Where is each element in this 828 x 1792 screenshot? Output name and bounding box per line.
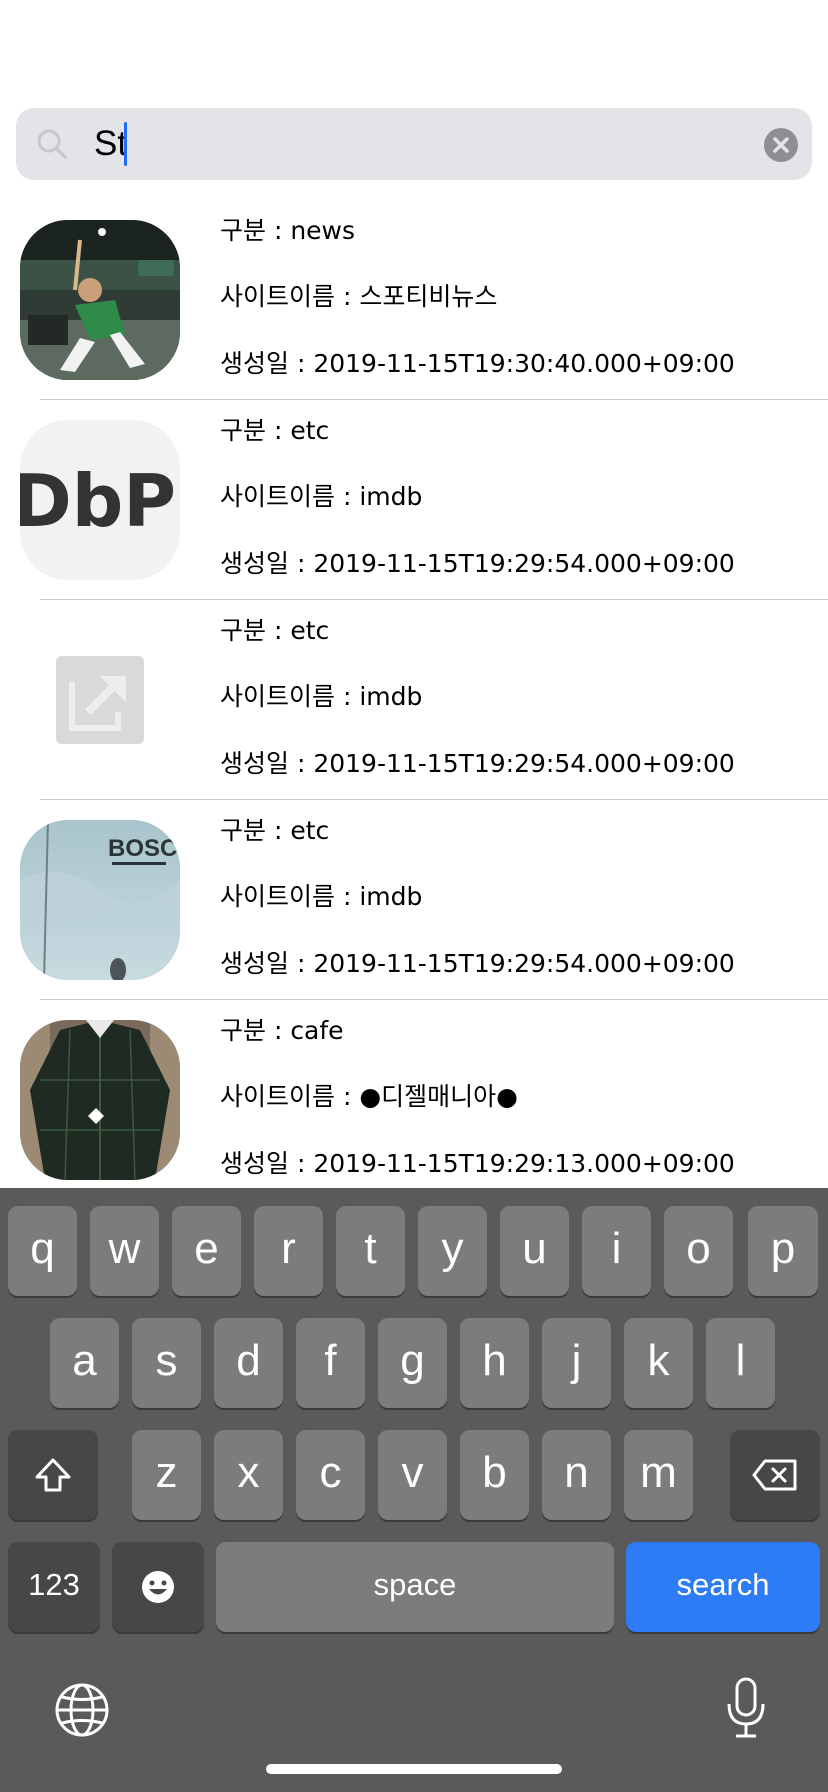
list-item[interactable]: 구분 : cafe 사이트이름 : ●디젤매니아● 생성일 : 2019-11-… xyxy=(0,1000,828,1200)
created-date-label: 생성일 : 2019-11-15T19:29:54.000+09:00 xyxy=(220,549,735,578)
site-name-label: 사이트이름 : imdb xyxy=(220,882,423,911)
category-label: 구분 : news xyxy=(220,216,356,245)
bosch-poster-thumbnail: BOSCH xyxy=(20,820,180,980)
broken-image-thumbnail xyxy=(20,620,180,780)
home-indicator xyxy=(266,1764,562,1774)
key-g[interactable]: g xyxy=(378,1318,447,1408)
key-s[interactable]: s xyxy=(132,1318,201,1408)
search-key[interactable]: search xyxy=(626,1542,820,1632)
list-item[interactable]: BOSCH 구분 : etc 사이트이름 : imdb 생성일 : 2019-1… xyxy=(0,800,828,1000)
imdb-logo-text: DbP xyxy=(20,459,176,543)
backspace-icon xyxy=(752,1459,797,1491)
keyboard: q w e r t y u i o p a s d f g h j k l z … xyxy=(0,1188,828,1792)
category-label: 구분 : etc xyxy=(220,416,330,445)
key-e[interactable]: e xyxy=(172,1206,241,1296)
key-k[interactable]: k xyxy=(624,1318,693,1408)
created-date-label: 생성일 : 2019-11-15T19:29:13.000+09:00 xyxy=(220,1149,735,1178)
category-label: 구분 : cafe xyxy=(220,1016,344,1045)
delete-key[interactable] xyxy=(730,1430,820,1520)
category-label: 구분 : etc xyxy=(220,616,330,645)
created-date-label: 생성일 : 2019-11-15T19:29:54.000+09:00 xyxy=(220,749,735,778)
key-z[interactable]: z xyxy=(132,1430,201,1520)
key-u[interactable]: u xyxy=(500,1206,569,1296)
site-name-label: 사이트이름 : imdb xyxy=(220,482,423,511)
bosch-title-text: BOSCH xyxy=(108,835,180,862)
key-d[interactable]: d xyxy=(214,1318,283,1408)
created-date-label: 생성일 : 2019-11-15T19:29:54.000+09:00 xyxy=(220,949,735,978)
shift-icon xyxy=(35,1458,71,1492)
key-m[interactable]: m xyxy=(624,1430,693,1520)
list-item[interactable]: 구분 : news 사이트이름 : 스포티비뉴스 생성일 : 2019-11-1… xyxy=(0,200,828,400)
key-b[interactable]: b xyxy=(460,1430,529,1520)
numbers-key[interactable]: 123 xyxy=(8,1542,100,1632)
search-bar[interactable]: St xyxy=(16,108,812,180)
search-input[interactable]: St xyxy=(94,122,127,166)
imdb-logo-thumbnail: DbP xyxy=(20,420,180,580)
key-w[interactable]: w xyxy=(90,1206,159,1296)
key-o[interactable]: o xyxy=(664,1206,733,1296)
key-n[interactable]: n xyxy=(542,1430,611,1520)
key-i[interactable]: i xyxy=(582,1206,651,1296)
list-item[interactable]: 구분 : etc 사이트이름 : imdb 생성일 : 2019-11-15T1… xyxy=(0,600,828,800)
key-y[interactable]: y xyxy=(418,1206,487,1296)
text-caret xyxy=(124,122,127,166)
key-f[interactable]: f xyxy=(296,1318,365,1408)
key-r[interactable]: r xyxy=(254,1206,323,1296)
key-q[interactable]: q xyxy=(8,1206,77,1296)
key-h[interactable]: h xyxy=(460,1318,529,1408)
space-key[interactable]: space xyxy=(216,1542,614,1632)
site-name-label: 사이트이름 : ●디젤매니아● xyxy=(220,1082,518,1111)
emoji-icon xyxy=(142,1571,174,1603)
category-label: 구분 : etc xyxy=(220,816,330,845)
site-name-label: 사이트이름 : imdb xyxy=(220,682,423,711)
key-t[interactable]: t xyxy=(336,1206,405,1296)
created-date-label: 생성일 : 2019-11-15T19:30:40.000+09:00 xyxy=(220,349,735,378)
shift-key[interactable] xyxy=(8,1430,98,1520)
key-p[interactable]: p xyxy=(748,1206,818,1296)
shirt-thumbnail xyxy=(20,1020,180,1180)
emoji-key[interactable] xyxy=(112,1542,204,1632)
search-icon xyxy=(34,126,70,162)
globe-icon[interactable] xyxy=(54,1682,110,1738)
baseball-player-thumbnail xyxy=(20,220,180,380)
clear-icon[interactable] xyxy=(764,128,798,162)
key-j[interactable]: j xyxy=(542,1318,611,1408)
key-a[interactable]: a xyxy=(50,1318,119,1408)
key-l[interactable]: l xyxy=(706,1318,775,1408)
key-v[interactable]: v xyxy=(378,1430,447,1520)
list-item[interactable]: DbP 구분 : etc 사이트이름 : imdb 생성일 : 2019-11-… xyxy=(0,400,828,600)
key-c[interactable]: c xyxy=(296,1430,365,1520)
microphone-icon[interactable] xyxy=(724,1676,768,1740)
key-x[interactable]: x xyxy=(214,1430,283,1520)
site-name-label: 사이트이름 : 스포티비뉴스 xyxy=(220,282,498,311)
